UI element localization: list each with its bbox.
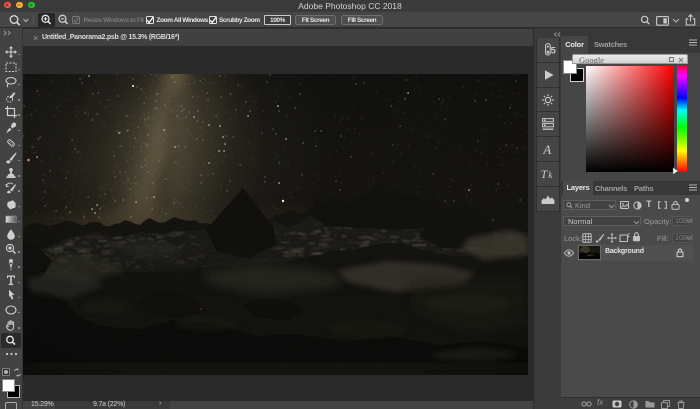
svg-text:A: A: [542, 142, 551, 157]
svg-text:5: 5: [551, 46, 556, 57]
svg-text:k: k: [548, 171, 553, 181]
